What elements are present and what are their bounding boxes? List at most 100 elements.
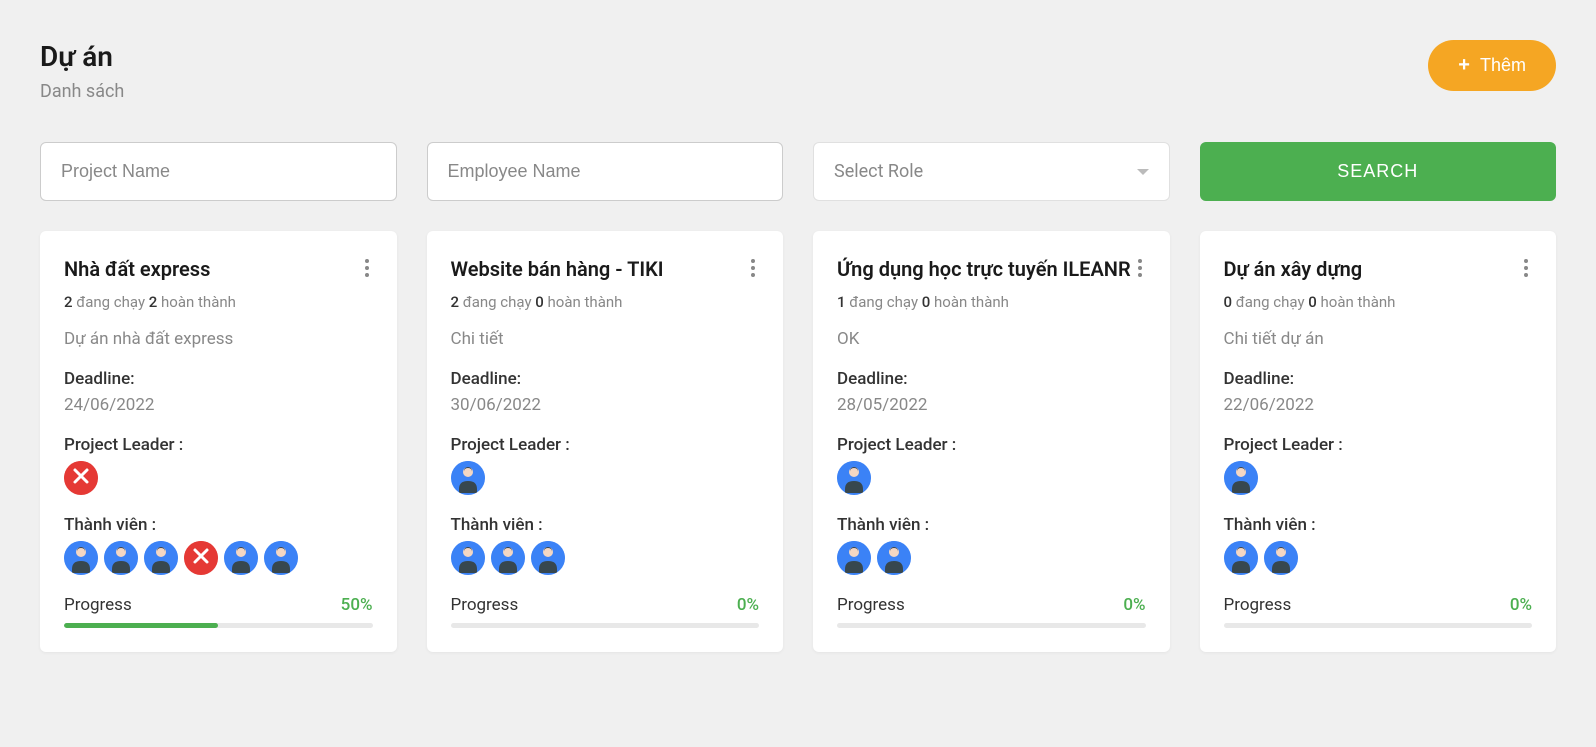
person-icon [451, 541, 485, 575]
avatar-member-0-3[interactable] [184, 541, 218, 575]
progress-bar [64, 623, 373, 628]
avatar-member-1-2[interactable] [531, 541, 565, 575]
progress-bar [451, 623, 760, 628]
progress-label: Progress [64, 595, 132, 615]
progress-value: 0% [1510, 595, 1532, 615]
more-icon[interactable] [747, 255, 759, 281]
avatar-leader-2-0[interactable] [837, 461, 871, 495]
avatar-member-0-1[interactable] [104, 541, 138, 575]
avatar-leader-1-0[interactable] [451, 461, 485, 495]
avatar-member-1-1[interactable] [491, 541, 525, 575]
error-icon [64, 461, 98, 495]
project-description: Chi tiết [451, 329, 760, 349]
project-status: 2 đang chạy 2 hoàn thành [64, 293, 373, 311]
role-select-placeholder: Select Role [834, 161, 923, 182]
project-name: Dự án xây dựng [1224, 255, 1363, 283]
project-status: 1 đang chạy 0 hoàn thành [837, 293, 1146, 311]
members-row [64, 541, 373, 575]
avatar-member-0-0[interactable] [64, 541, 98, 575]
more-icon[interactable] [361, 255, 373, 281]
members-row [837, 541, 1146, 575]
progress-label: Progress [451, 595, 519, 615]
members-label: Thành viên : [837, 515, 1146, 535]
page-subtitle: Danh sách [40, 81, 124, 102]
person-icon [491, 541, 525, 575]
avatar-leader-0-0[interactable] [64, 461, 98, 495]
leader-row [64, 461, 373, 495]
members-label: Thành viên : [1224, 515, 1533, 535]
progress-fill [64, 623, 218, 628]
leader-label: Project Leader : [1224, 435, 1533, 455]
deadline-label: Deadline: [837, 369, 1146, 389]
person-icon [837, 541, 871, 575]
deadline-label: Deadline: [64, 369, 373, 389]
chevron-down-icon [1137, 169, 1149, 175]
leader-label: Project Leader : [837, 435, 1146, 455]
avatar-leader-3-0[interactable] [1224, 461, 1258, 495]
add-button[interactable]: + Thêm [1428, 40, 1556, 91]
person-icon [104, 541, 138, 575]
project-name-input[interactable] [40, 142, 397, 201]
progress-row: Progress 50% [64, 595, 373, 615]
project-name: Website bán hàng - TIKI [451, 255, 664, 283]
leader-row [451, 461, 760, 495]
project-card: Website bán hàng - TIKI 2 đang chạy 0 ho… [427, 231, 784, 652]
progress-value: 50% [341, 595, 373, 615]
progress-bar [837, 623, 1146, 628]
leader-row [837, 461, 1146, 495]
avatar-member-3-0[interactable] [1224, 541, 1258, 575]
search-button[interactable]: SEARCH [1200, 142, 1557, 201]
more-icon[interactable] [1134, 255, 1146, 281]
avatar-member-0-4[interactable] [224, 541, 258, 575]
card-header: Website bán hàng - TIKI [451, 255, 760, 283]
project-status: 0 đang chạy 0 hoàn thành [1224, 293, 1533, 311]
deadline-label: Deadline: [451, 369, 760, 389]
project-card: Ứng dụng học trực tuyến ILEANR 1 đang ch… [813, 231, 1170, 652]
plus-icon: + [1458, 54, 1470, 77]
progress-row: Progress 0% [837, 595, 1146, 615]
deadline-value: 22/06/2022 [1224, 395, 1533, 415]
members-row [451, 541, 760, 575]
person-icon [1224, 541, 1258, 575]
person-icon [531, 541, 565, 575]
role-select[interactable]: Select Role [813, 142, 1170, 201]
person-icon [1224, 461, 1258, 495]
employee-name-input[interactable] [427, 142, 784, 201]
person-icon [1264, 541, 1298, 575]
leader-row [1224, 461, 1533, 495]
progress-row: Progress 0% [451, 595, 760, 615]
members-label: Thành viên : [64, 515, 373, 535]
progress-row: Progress 0% [1224, 595, 1533, 615]
project-status: 2 đang chạy 0 hoàn thành [451, 293, 760, 311]
progress-bar [1224, 623, 1533, 628]
card-header: Nhà đất express [64, 255, 373, 283]
leader-label: Project Leader : [64, 435, 373, 455]
project-description: Dự án nhà đất express [64, 329, 373, 349]
members-label: Thành viên : [451, 515, 760, 535]
project-card: Dự án xây dựng 0 đang chạy 0 hoàn thành … [1200, 231, 1557, 652]
page-header: Dự án Danh sách + Thêm [40, 40, 1556, 102]
error-icon [184, 541, 218, 575]
person-icon [837, 461, 871, 495]
person-icon [64, 541, 98, 575]
avatar-member-2-0[interactable] [837, 541, 871, 575]
filter-row: Select Role SEARCH [40, 142, 1556, 201]
deadline-value: 24/06/2022 [64, 395, 373, 415]
more-icon[interactable] [1520, 255, 1532, 281]
avatar-member-2-1[interactable] [877, 541, 911, 575]
progress-value: 0% [1123, 595, 1145, 615]
avatar-member-0-2[interactable] [144, 541, 178, 575]
add-button-label: Thêm [1480, 55, 1526, 76]
avatar-member-0-5[interactable] [264, 541, 298, 575]
person-icon [877, 541, 911, 575]
deadline-value: 30/06/2022 [451, 395, 760, 415]
progress-value: 0% [737, 595, 759, 615]
person-icon [144, 541, 178, 575]
project-card: Nhà đất express 2 đang chạy 2 hoàn thành… [40, 231, 397, 652]
person-icon [451, 461, 485, 495]
avatar-member-1-0[interactable] [451, 541, 485, 575]
avatar-member-3-1[interactable] [1264, 541, 1298, 575]
progress-label: Progress [837, 595, 905, 615]
project-description: OK [837, 329, 1146, 349]
person-icon [224, 541, 258, 575]
